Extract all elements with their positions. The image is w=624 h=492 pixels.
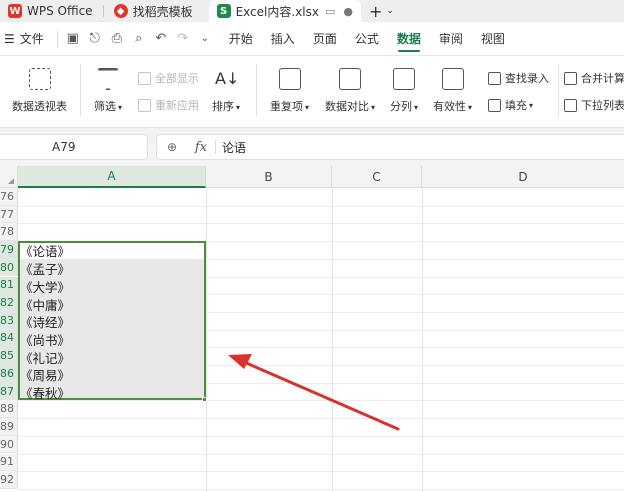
print-preview-icon[interactable]: ⌕: [128, 22, 150, 56]
merge-calc-button[interactable]: 合并计算: [564, 70, 624, 86]
menu-bar: ☰ 文件 ▣ ⎋ ⎙ ⌕ ↶ ↷ ⌄ 开始 插入 页面 公式 数据 审阅 视图: [0, 22, 624, 56]
pivot-table-icon: [28, 68, 51, 90]
hamburger-icon: ☰: [4, 31, 15, 46]
zoom-icon[interactable]: ⊕: [157, 140, 187, 154]
divider: [558, 64, 559, 116]
data-compare-label: 数据对比: [325, 100, 369, 113]
duplicates-icon: [278, 68, 301, 90]
filter-label: 筛选: [94, 100, 116, 113]
filter-button[interactable]: 筛选 ▾: [94, 68, 122, 114]
find-entry-label: 查找录入: [505, 72, 549, 85]
dropdown-list-label: 下拉列表: [581, 99, 624, 112]
undo-icon[interactable]: ↶: [150, 22, 172, 56]
docer-logo-icon: ◆: [113, 4, 128, 18]
dropdown-list-button[interactable]: 下拉列表: [564, 97, 624, 113]
menu-tab-review[interactable]: 审阅: [430, 22, 472, 56]
tab-excel-file[interactable]: S Excel内容.xlsx ▭ ●: [208, 0, 361, 22]
data-compare-button[interactable]: 数据对比 ▾: [325, 68, 375, 114]
duplicates-button[interactable]: 重复项 ▾: [270, 68, 309, 114]
menu-tab-insert[interactable]: 插入: [262, 22, 304, 56]
monitor-icon[interactable]: ▭: [325, 5, 335, 18]
tab-label: WPS Office: [27, 4, 93, 18]
fill-label: 填充: [505, 99, 527, 112]
print-icon[interactable]: ⎙: [106, 22, 128, 56]
split-column-button[interactable]: 分列 ▾: [390, 68, 418, 114]
sort-label: 排序: [212, 100, 234, 113]
data-compare-icon: [339, 68, 361, 90]
validity-label: 有效性: [433, 100, 466, 113]
show-all-icon: [138, 71, 151, 85]
find-entry-button[interactable]: 查找录入: [488, 70, 549, 86]
plus-icon: +: [369, 1, 383, 21]
sort-button[interactable]: A↓ 排序 ▾: [212, 68, 240, 114]
sort-icon: A↓: [215, 69, 240, 88]
fill-button[interactable]: 填充 ▾: [488, 97, 533, 113]
title-tab-bar: W WPS Office ◆ 找稻壳模板 S Excel内容.xlsx ▭ ● …: [0, 0, 624, 22]
arrow-head: [228, 354, 252, 369]
file-menu[interactable]: ☰ 文件: [0, 22, 53, 56]
pivot-table-button[interactable]: 数据透视表: [12, 68, 67, 114]
reapply-icon: [138, 98, 151, 112]
split-column-label: 分列: [390, 100, 412, 113]
menu-tab-start[interactable]: 开始: [220, 22, 262, 56]
dot-icon[interactable]: ●: [343, 5, 353, 18]
reapply-button[interactable]: 重新应用: [138, 97, 199, 113]
merge-calc-label: 合并计算: [581, 72, 624, 85]
redo-icon[interactable]: ↷: [172, 22, 194, 56]
file-menu-label: 文件: [19, 32, 44, 46]
spreadsheet-grid[interactable]: A B C D 76 77 78 79 80 81 82 83 84 85 86 87 88 89 90 91…: [0, 166, 624, 492]
tab-label: Excel内容.xlsx: [235, 4, 319, 19]
divider: [80, 64, 81, 116]
fx-icon[interactable]: fx: [187, 140, 215, 155]
arrow-shaft: [242, 360, 400, 431]
formula-bar: A79 ⊕ fx 论语: [0, 128, 624, 166]
merge-calc-icon: [564, 71, 577, 85]
dropdown-list-icon: [564, 98, 577, 112]
wps-logo-icon: W: [8, 4, 22, 18]
menu-tab-view[interactable]: 视图: [472, 22, 514, 56]
tab-wps-office[interactable]: W WPS Office: [0, 0, 101, 22]
chevron-down-icon: ⌄: [386, 6, 394, 16]
validity-icon: [441, 68, 464, 90]
tab-label: 找稻壳模板: [132, 4, 193, 19]
menu-tab-page[interactable]: 页面: [304, 22, 346, 56]
fill-icon: [488, 98, 501, 112]
annotation-arrow: [228, 354, 400, 431]
show-all-label: 全部显示: [155, 72, 199, 85]
export-icon[interactable]: ⎋: [84, 22, 106, 56]
divider: [56, 30, 58, 47]
split-column-icon: [393, 68, 415, 90]
menu-tab-data[interactable]: 数据: [388, 22, 430, 56]
show-all-button[interactable]: 全部显示: [138, 70, 199, 86]
data-ribbon: 数据透视表 筛选 ▾ 全部显示 重新应用 A↓ 排序 ▾ 重复项 ▾ 数据对比 ▾ 分列…: [0, 56, 624, 128]
formula-value: 论语: [222, 140, 247, 155]
new-tab-button[interactable]: + ⌄: [369, 0, 394, 22]
tab-divider: [102, 5, 104, 17]
tab-docer-templates[interactable]: ◆ 找稻壳模板: [106, 0, 201, 22]
menu-tab-formula[interactable]: 公式: [346, 22, 388, 56]
more-chevron-icon[interactable]: ⌄: [194, 22, 216, 56]
divider: [256, 64, 257, 116]
divider: [215, 140, 216, 154]
save-icon[interactable]: ▣: [62, 22, 84, 56]
reapply-label: 重新应用: [155, 99, 199, 112]
formula-input[interactable]: ⊕ fx 论语: [156, 134, 624, 160]
validity-button[interactable]: 有效性 ▾: [433, 68, 472, 114]
pivot-table-label: 数据透视表: [12, 100, 67, 113]
name-box[interactable]: A79: [0, 134, 148, 160]
find-entry-icon: [488, 71, 501, 85]
sheet-file-icon: S: [216, 4, 231, 18]
duplicates-label: 重复项: [270, 100, 303, 113]
filter-icon: [97, 68, 119, 90]
